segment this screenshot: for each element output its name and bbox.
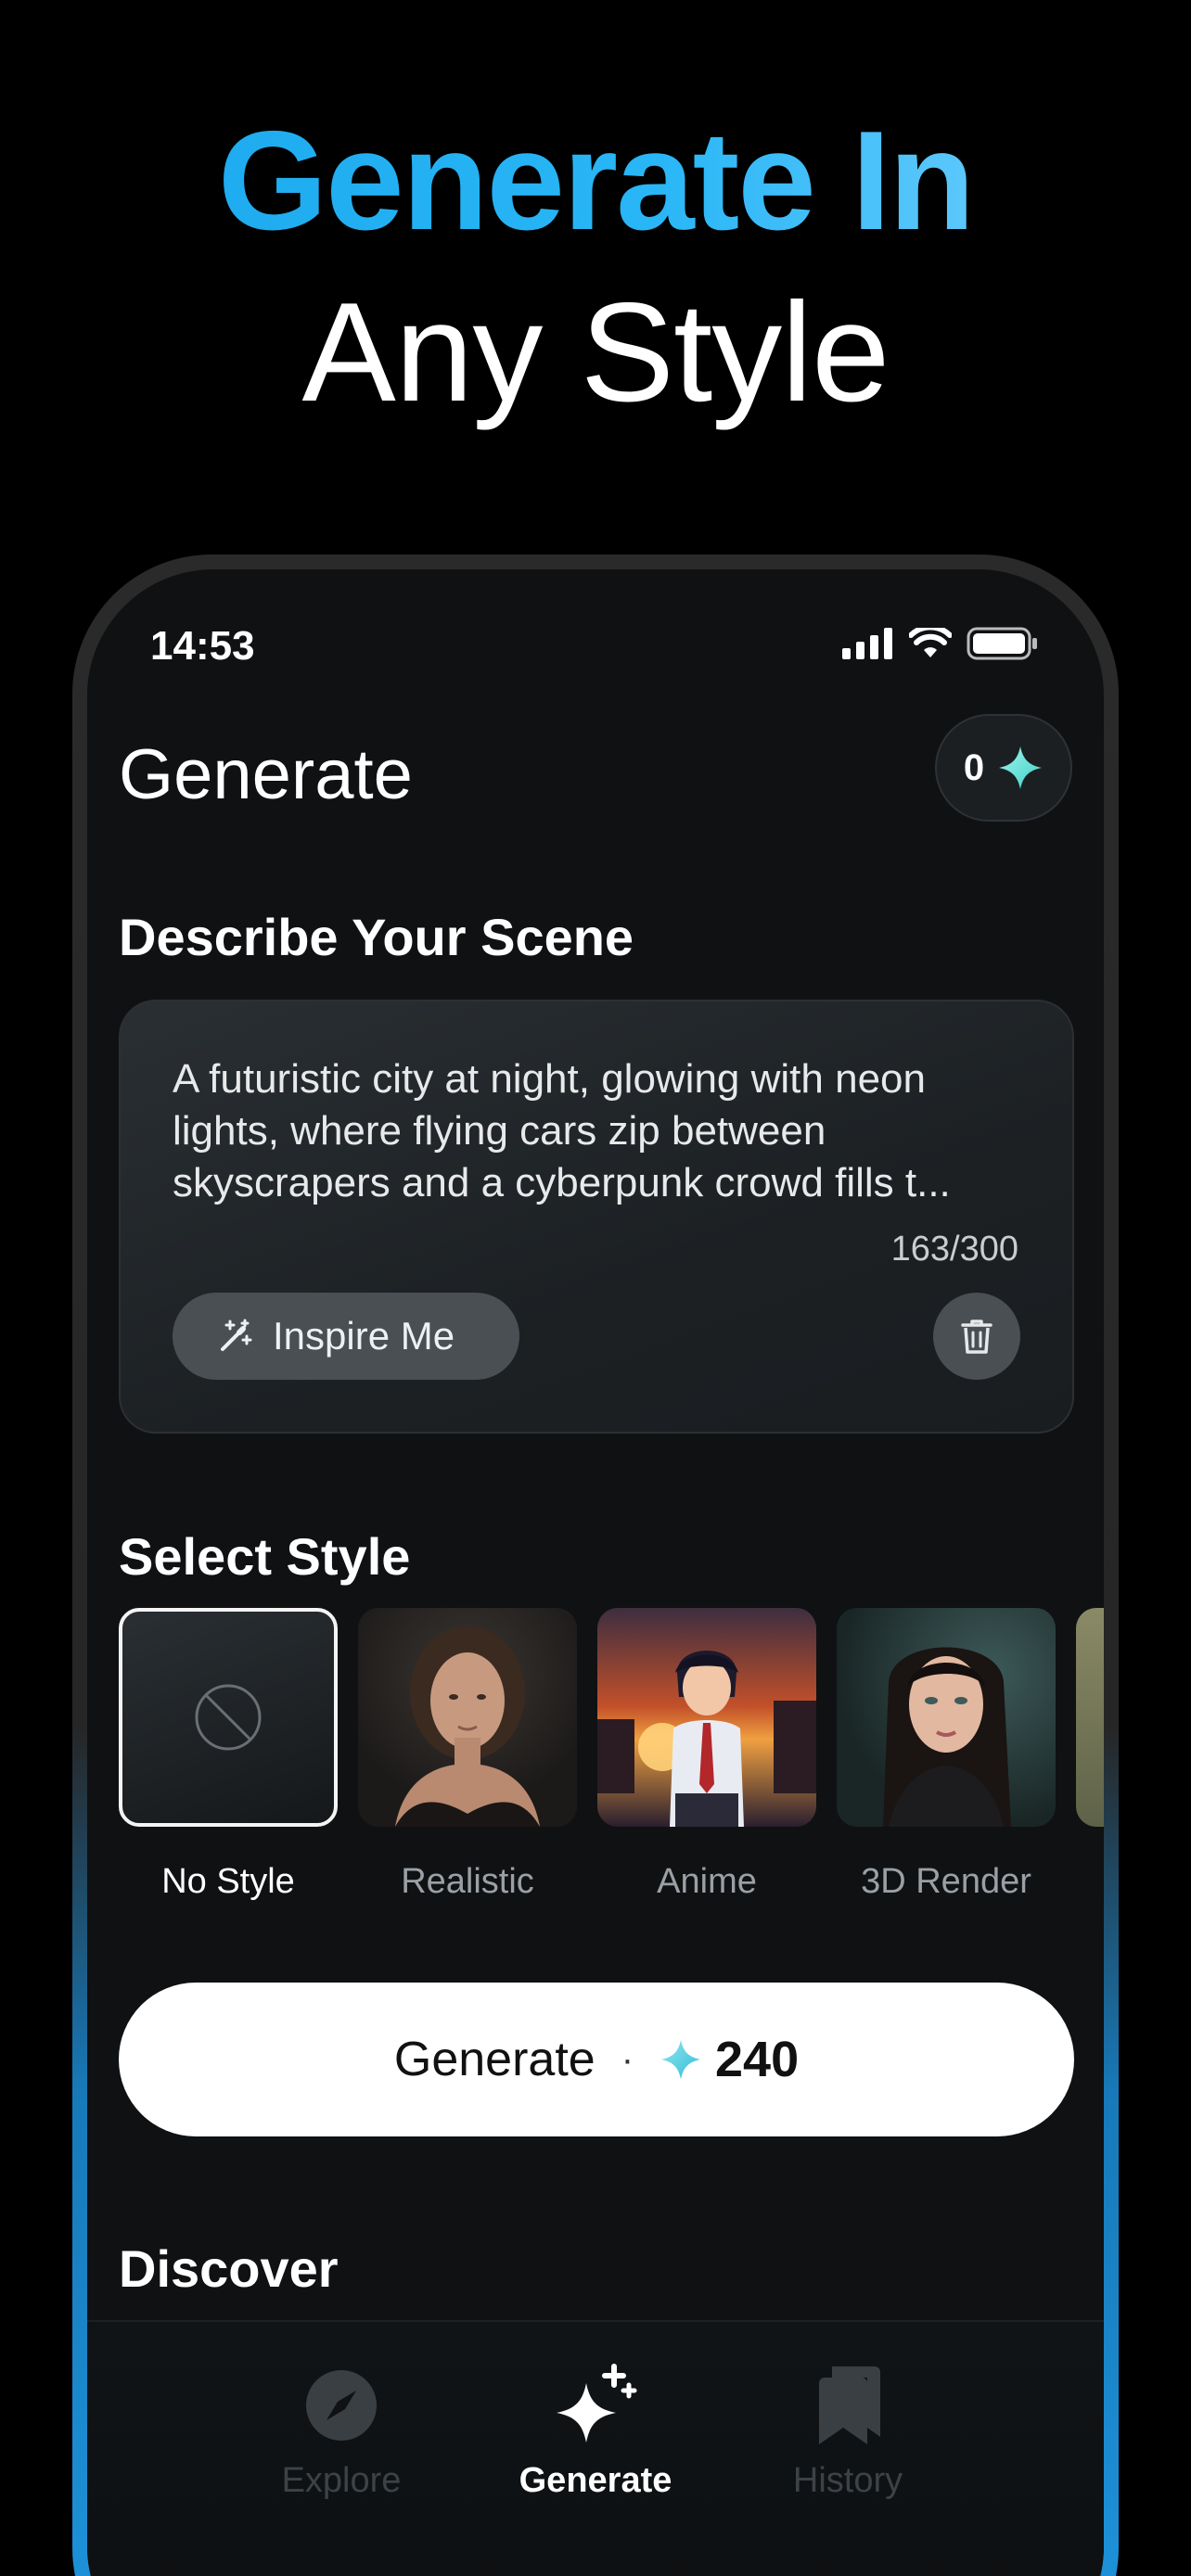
gem-icon (660, 2039, 701, 2080)
status-icons (842, 627, 1039, 660)
portrait-3d-render-image (883, 1647, 1011, 1827)
tab-label: Generate (519, 2461, 672, 2500)
page-title: Generate (119, 735, 413, 814)
prompt-input[interactable]: A futuristic city at night, glowing with… (173, 1053, 1035, 1209)
generate-cost: 240 (660, 2031, 799, 2088)
style-thumb-no-style (119, 1608, 338, 1827)
generate-button-label: Generate (393, 2033, 596, 2086)
style-option-no-style[interactable]: No Style (119, 1608, 338, 1902)
hero-title-line2: Any Style (301, 274, 890, 431)
bottom-tab-bar: Explore Generate History (87, 2320, 1104, 2576)
anime-character-image (597, 1651, 816, 1827)
bookmarks-icon (709, 2359, 987, 2452)
tab-generate[interactable]: Generate (456, 2359, 735, 2501)
gem-icon (999, 746, 1043, 789)
style-option-realistic[interactable]: Realistic (358, 1608, 577, 1902)
char-counter: 163/300 (890, 1230, 1018, 1269)
wifi-icon (909, 628, 952, 657)
battery-icon (967, 627, 1037, 660)
app-screen: 14:53 Generate 0 Describe Your Scene A f… (87, 569, 1104, 2576)
style-option-anime[interactable]: Anime (597, 1608, 816, 1902)
signal-icon (842, 628, 892, 659)
prompt-card: A futuristic city at night, glowing with… (119, 1000, 1074, 1434)
generate-cost-value: 240 (715, 2032, 800, 2087)
credits-badge[interactable]: 0 (935, 714, 1072, 822)
tab-explore[interactable]: Explore (202, 2359, 480, 2501)
style-carousel[interactable]: No Style Realistic Anime 3D Render (119, 1608, 1104, 1905)
prompt-section-title: Describe Your Scene (119, 908, 634, 966)
style-label: 3D Render (861, 1862, 1031, 1901)
separator-dot: · (621, 2038, 634, 2080)
clear-prompt-button[interactable] (933, 1293, 1020, 1380)
inspire-me-button[interactable]: Inspire Me (173, 1293, 519, 1380)
trash-icon (961, 1320, 992, 1354)
style-option-3d-render[interactable]: 3D Render (837, 1608, 1056, 1902)
tab-label: History (792, 2461, 903, 2500)
tab-history[interactable]: History (709, 2359, 987, 2501)
style-thumb-3d-render (837, 1608, 1056, 1827)
phone-frame: 14:53 Generate 0 Describe Your Scene A f… (72, 555, 1119, 2576)
style-thumb-realistic (358, 1608, 577, 1827)
portrait-realistic-image (395, 1626, 540, 1827)
hero-title-line1: Generate In (0, 102, 1191, 260)
hero-heading: Generate In Any Style (0, 102, 1191, 445)
magic-wand-icon (221, 1319, 252, 1351)
style-label: Realistic (401, 1862, 534, 1901)
status-time: 14:53 (150, 623, 255, 669)
credits-count: 0 (963, 746, 985, 788)
style-option-partial[interactable] (1076, 1608, 1104, 1827)
style-thumb-partial (1076, 1608, 1104, 1827)
inspire-me-label: Inspire Me (273, 1314, 455, 1358)
style-label: Anime (657, 1862, 757, 1901)
discover-section-title: Discover (119, 2239, 339, 2298)
style-label: No Style (161, 1862, 295, 1901)
compass-icon (202, 2359, 480, 2452)
style-section-title: Select Style (119, 1527, 411, 1586)
generate-button[interactable]: Generate · 240 (119, 1983, 1074, 2136)
tab-label: Explore (281, 2461, 402, 2500)
sparkles-icon (456, 2359, 735, 2452)
style-thumb-anime (597, 1608, 816, 1827)
no-style-icon (195, 1684, 262, 1751)
